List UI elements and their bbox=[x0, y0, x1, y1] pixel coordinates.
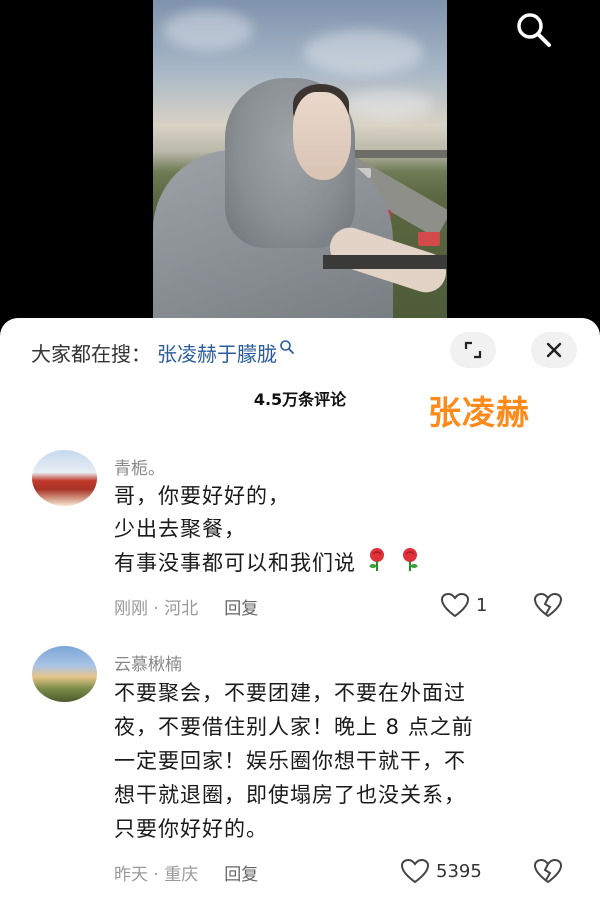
comment-text: 哥，你要好好的， 少出去聚餐， 有事没事都可以和我们说 bbox=[114, 480, 574, 582]
heart-icon bbox=[400, 858, 430, 884]
comment-line: 夜，不要借住别人家！晚上 8 点之前 bbox=[114, 715, 474, 739]
like-button[interactable]: 1 bbox=[440, 592, 487, 618]
like-count: 5395 bbox=[436, 860, 482, 882]
comment-time-location: 刚刚 · 河北 bbox=[114, 599, 199, 619]
trending-search-term[interactable]: 张凌赫于朦胧 bbox=[157, 342, 277, 366]
video-area[interactable] bbox=[0, 0, 600, 330]
reply-button[interactable]: 回复 bbox=[224, 599, 258, 619]
small-search-icon bbox=[279, 338, 295, 362]
reply-button[interactable]: 回复 bbox=[224, 865, 258, 885]
dislike-button[interactable] bbox=[533, 592, 563, 622]
comment-text: 不要聚会，不要团建，不要在外面过 夜，不要借住别人家！晚上 8 点之前 一定要回… bbox=[114, 676, 574, 846]
comment-line: 不要聚会，不要团建，不要在外面过 bbox=[114, 681, 466, 705]
rose-emoji-icon bbox=[397, 546, 423, 582]
comment-line: 只要你好好的。 bbox=[114, 817, 268, 841]
like-button[interactable]: 5395 bbox=[400, 858, 482, 884]
comment-time-location: 昨天 · 重庆 bbox=[114, 865, 199, 885]
comment-item: 云慕楸楠 不要聚会，不要团建，不要在外面过 夜，不要借住别人家！晚上 8 点之前… bbox=[0, 644, 600, 900]
comment-meta: 刚刚 · 河北 回复 bbox=[114, 594, 258, 619]
dislike-button[interactable] bbox=[533, 858, 563, 888]
trending-search-label: 大家都在搜： bbox=[31, 342, 151, 366]
comment-username[interactable]: 青栀。 bbox=[114, 454, 165, 479]
avatar[interactable] bbox=[32, 450, 97, 506]
broken-heart-icon bbox=[533, 858, 563, 884]
comment-line-with-emoji: 有事没事都可以和我们说 bbox=[114, 546, 574, 582]
comment-line: 哥，你要好好的， bbox=[114, 484, 290, 508]
broken-heart-icon bbox=[533, 592, 563, 618]
trending-search-link[interactable]: 大家都在搜： 张凌赫于朦胧 bbox=[31, 338, 295, 367]
comment-meta: 昨天 · 重庆 回复 bbox=[114, 860, 258, 885]
expand-icon bbox=[464, 341, 482, 359]
comment-line: 有事没事都可以和我们说 bbox=[114, 551, 356, 575]
comment-username[interactable]: 云慕楸楠 bbox=[114, 650, 182, 675]
comment-line: 想干就退圈，即使塌房了也没关系， bbox=[114, 783, 466, 807]
rose-emoji-icon bbox=[364, 546, 390, 582]
sheet-header: 大家都在搜： 张凌赫于朦胧 bbox=[0, 318, 600, 378]
comment-line: 少出去聚餐， bbox=[114, 517, 246, 541]
comment-item: 青栀。 哥，你要好好的， 少出去聚餐， 有事没事都可以和我们说 刚刚 · 河北 … bbox=[0, 446, 600, 626]
search-icon bbox=[517, 13, 551, 47]
watermark-text: 张凌赫 bbox=[428, 393, 530, 432]
comment-line: 一定要回家！娱乐圈你想干就干，不 bbox=[114, 749, 466, 773]
search-button[interactable] bbox=[512, 10, 562, 50]
expand-button[interactable] bbox=[450, 332, 496, 368]
avatar[interactable] bbox=[32, 646, 97, 702]
like-count: 1 bbox=[476, 594, 488, 616]
video-thumbnail bbox=[153, 0, 447, 330]
close-icon bbox=[546, 342, 562, 358]
close-button[interactable] bbox=[531, 332, 577, 368]
heart-icon bbox=[440, 592, 470, 618]
comment-sheet: 大家都在搜： 张凌赫于朦胧 4.5万条评论 张凌赫 青栀。 哥，你要好好的， 少… bbox=[0, 318, 600, 900]
